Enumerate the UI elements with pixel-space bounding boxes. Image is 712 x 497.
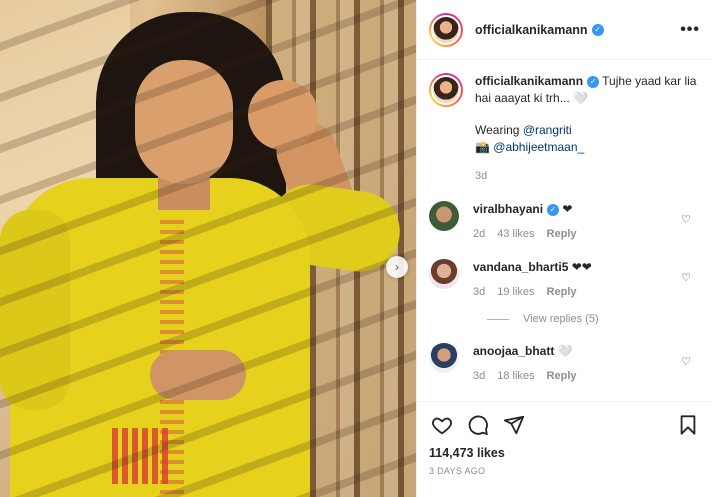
reply-button[interactable]: Reply	[547, 286, 577, 298]
mention-rangriti[interactable]: @rangriti	[523, 123, 572, 137]
verified-icon: ✓	[587, 75, 600, 88]
bookmark-icon[interactable]	[675, 412, 701, 438]
comment-text: 🤍	[557, 344, 573, 358]
comment-username[interactable]: anoojaa_bhatt	[473, 344, 554, 358]
camera-emoji: 📸	[475, 140, 494, 154]
comment-icon[interactable]	[465, 412, 491, 438]
comment-likes[interactable]: 19 likes	[497, 286, 534, 298]
comments-list[interactable]: officialkanikamann ✓ Tujhe yaad kar lia h…	[417, 61, 712, 401]
caption-emoji: 🤍	[573, 91, 589, 105]
chevron-right-icon: ›	[395, 260, 399, 274]
commenter-avatar[interactable]	[429, 343, 459, 373]
mention-abhijeetmaan[interactable]: @abhijeetmaan_	[493, 140, 584, 154]
like-count[interactable]: 114,473 likes	[429, 446, 701, 460]
view-replies-button[interactable]: View replies (5)	[487, 313, 701, 325]
comment-username[interactable]: vandana_bharti5	[473, 260, 568, 274]
comment-time[interactable]: 2d	[473, 228, 485, 240]
comment-username[interactable]: viralbhayani	[473, 202, 543, 216]
wearing-label: Wearing	[475, 123, 523, 137]
commenter-avatar[interactable]	[429, 201, 459, 231]
author-username[interactable]: officialkanikamann	[475, 23, 588, 37]
post-date[interactable]: 3 DAYS AGO	[429, 466, 701, 476]
comment-text: ❤❤	[571, 260, 592, 274]
caption-avatar[interactable]	[429, 73, 463, 107]
carousel-next-button[interactable]: ›	[386, 256, 408, 278]
reply-button[interactable]: Reply	[547, 370, 577, 382]
comment-like-heart-icon[interactable]: ♡	[681, 213, 691, 226]
commenter-avatar[interactable]	[429, 259, 459, 289]
post-photo[interactable]: ›	[0, 0, 416, 497]
comment-time[interactable]: 3d	[473, 370, 485, 382]
reply-button[interactable]: Reply	[547, 228, 577, 240]
comment-like-heart-icon[interactable]: ♡	[681, 355, 691, 368]
more-options-icon[interactable]: •••	[680, 21, 700, 39]
caption: officialkanikamann ✓ Tujhe yaad kar lia h…	[429, 73, 701, 185]
heart-icon[interactable]	[429, 412, 455, 438]
comment-time[interactable]: 3d	[473, 286, 485, 298]
comment-likes[interactable]: 18 likes	[497, 370, 534, 382]
comment-like-heart-icon[interactable]: ♡	[681, 271, 691, 284]
caption-time[interactable]: 3d	[475, 170, 487, 182]
caption-username[interactable]: officialkanikamann	[475, 74, 583, 88]
comment-item: vandana_bharti5 ❤❤ 3d 19 likes Reply ♡	[429, 259, 701, 301]
comment-text: ❤	[562, 202, 573, 216]
verified-icon: ✓	[591, 23, 604, 36]
comment-likes[interactable]: 43 likes	[497, 228, 534, 240]
post-side-panel: officialkanikamann ✓ ••• officialkanikam…	[416, 0, 712, 497]
comment-item: anoojaa_bhatt 🤍 3d 18 likes Reply ♡	[429, 343, 701, 385]
divider-line	[487, 318, 509, 320]
post-header: officialkanikamann ✓ •••	[417, 0, 712, 60]
comment-item: viralbhayani ✓ ❤ 2d 43 likes Reply ♡	[429, 201, 701, 243]
author-avatar[interactable]	[429, 12, 463, 47]
view-replies-label: View replies (5)	[523, 313, 599, 325]
share-icon[interactable]	[501, 412, 527, 438]
post-actions: 114,473 likes 3 DAYS AGO	[417, 401, 712, 476]
verified-icon: ✓	[547, 203, 560, 216]
light-shadow-stripes	[0, 0, 416, 497]
